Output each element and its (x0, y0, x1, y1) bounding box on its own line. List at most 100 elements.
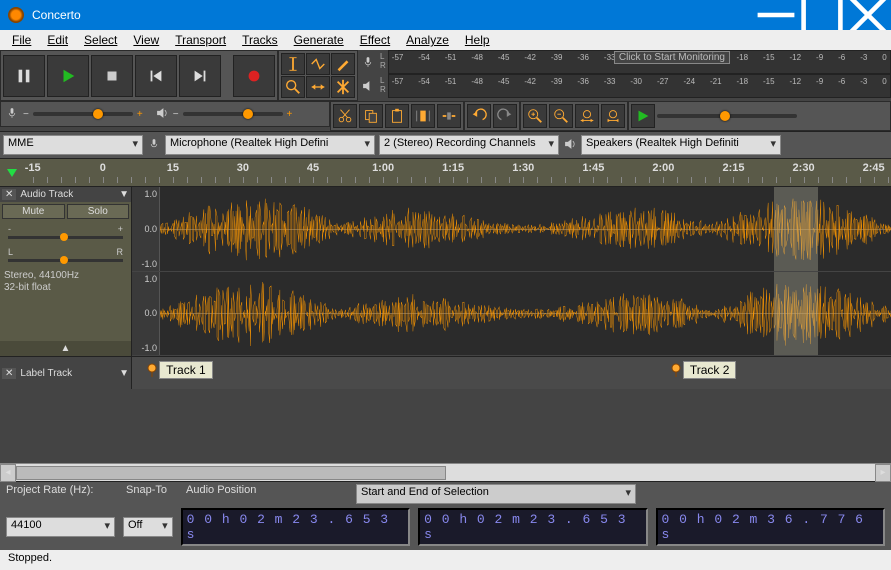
scroll-thumb[interactable] (16, 466, 446, 480)
record-button[interactable] (233, 55, 275, 97)
zoom-toolbar (520, 101, 628, 131)
label-lane[interactable]: Track 1 Track 2 (132, 357, 891, 389)
mute-button[interactable]: Mute (2, 204, 65, 219)
speaker-meter-icon[interactable] (358, 74, 378, 98)
rec-meter-lr: LR (378, 50, 388, 74)
minimize-button[interactable] (753, 0, 799, 30)
label-marker[interactable]: Track 2 (671, 361, 737, 379)
project-rate-select[interactable]: 44100 (6, 517, 115, 537)
maximize-button[interactable] (799, 0, 845, 30)
scroll-right-button[interactable]: ▸ (875, 464, 891, 482)
menu-transport[interactable]: Transport (167, 31, 234, 49)
horizontal-scrollbar[interactable]: ◂ ▸ (0, 463, 891, 481)
envelope-tool[interactable] (306, 53, 330, 75)
track-close-button[interactable]: ✕ (2, 189, 16, 200)
stop-button[interactable] (91, 55, 133, 97)
redo-button[interactable] (493, 104, 517, 128)
snap-to-select[interactable]: Off (123, 517, 173, 537)
silence-button[interactable] (437, 104, 461, 128)
window-titlebar: Concerto (0, 0, 891, 30)
zoom-tool[interactable] (281, 76, 305, 98)
draw-tool[interactable] (331, 53, 355, 75)
selection-mode-label[interactable]: Start and End of Selection (356, 484, 636, 504)
label-track-close-button[interactable]: ✕ (2, 368, 16, 379)
copy-button[interactable] (359, 104, 383, 128)
play-button[interactable] (47, 55, 89, 97)
skip-start-button[interactable] (135, 55, 177, 97)
recording-volume-slider[interactable] (33, 112, 133, 116)
label-marker[interactable]: Track 1 (147, 361, 213, 379)
menu-analyze[interactable]: Analyze (398, 31, 457, 49)
mic-device-icon (147, 137, 161, 154)
timeline-ruler[interactable]: -1501530451:001:151:301:452:002:152:302:… (24, 159, 891, 186)
label-track-panel[interactable]: ✕ Label Track ▼ (0, 357, 132, 389)
multi-tool[interactable] (331, 76, 355, 98)
paste-button[interactable] (385, 104, 409, 128)
recording-channels-select[interactable]: 2 (Stereo) Recording Channels (379, 135, 559, 155)
play-speed-slider[interactable] (657, 114, 797, 118)
solo-button[interactable]: Solo (67, 204, 130, 219)
play-at-speed-button[interactable] (631, 104, 655, 128)
audio-track-panel[interactable]: ✕ Audio Track ▼ Mute Solo -+ LR Stereo, … (0, 187, 132, 356)
amplitude-scale-right: 1.00.0-1.0 (132, 272, 160, 356)
cut-button[interactable] (333, 104, 357, 128)
window-title: Concerto (32, 8, 753, 22)
zoom-out-button[interactable] (549, 104, 573, 128)
recording-device-select[interactable]: Microphone (Realtek High Defini (165, 135, 375, 155)
timeline-options-button[interactable] (0, 159, 24, 186)
timeline[interactable]: -1501530451:001:151:301:452:002:152:302:… (0, 159, 891, 187)
audio-position-label: Audio Position (186, 484, 346, 504)
fit-project-button[interactable] (601, 104, 625, 128)
selection-region[interactable] (774, 272, 818, 356)
playback-device-select[interactable]: Speakers (Realtek High Definiti (581, 135, 781, 155)
undo-toolbar (464, 101, 520, 131)
device-toolbar: MME Microphone (Realtek High Defini 2 (S… (0, 131, 891, 159)
status-bar: Stopped. (0, 550, 891, 570)
track-name: Audio Track (20, 189, 115, 200)
playback-meter[interactable]: -57-54-51-48-45-42-39-36-33-30-27-24-21-… (388, 74, 891, 98)
scroll-left-button[interactable]: ◂ (0, 464, 16, 482)
trim-button[interactable] (411, 104, 435, 128)
menu-select[interactable]: Select (76, 31, 125, 49)
gain-slider[interactable] (8, 236, 123, 239)
playback-volume-slider[interactable] (183, 112, 283, 116)
fit-selection-button[interactable] (575, 104, 599, 128)
zoom-in-button[interactable] (523, 104, 547, 128)
recording-meter[interactable]: -57-54-51-48-45-42-39-36-33-30-27-24-21-… (388, 50, 891, 74)
track-menu-button[interactable]: ▼ (119, 189, 129, 200)
track-collapse-button[interactable]: ▲ (0, 341, 131, 356)
selection-end-display[interactable]: 0 0 h 0 2 m 3 6 . 7 7 6 s (656, 508, 885, 546)
pause-button[interactable] (3, 55, 45, 97)
mic-icon (5, 106, 19, 123)
menu-help[interactable]: Help (457, 31, 498, 49)
status-text: Stopped. (8, 552, 52, 564)
close-button[interactable] (845, 0, 891, 30)
speaker-icon (155, 106, 169, 123)
undo-button[interactable] (467, 104, 491, 128)
selection-start-display[interactable]: 0 0 h 0 2 m 2 3 . 6 5 3 s (418, 508, 647, 546)
menu-file[interactable]: File (4, 31, 39, 49)
skip-end-button[interactable] (179, 55, 221, 97)
menu-edit[interactable]: Edit (39, 31, 76, 49)
menu-tracks[interactable]: Tracks (234, 31, 286, 49)
menu-bar: File Edit Select View Transport Tracks G… (0, 30, 891, 50)
audio-host-select[interactable]: MME (3, 135, 143, 155)
selection-region[interactable] (774, 187, 818, 271)
waveform-left-channel[interactable]: 1.00.0-1.0 (132, 187, 891, 272)
waveform-right-channel[interactable]: 1.00.0-1.0 (132, 272, 891, 357)
tools-toolbar (278, 50, 358, 101)
menu-effect[interactable]: Effect (352, 31, 398, 49)
timeshift-tool[interactable] (306, 76, 330, 98)
audio-position-display[interactable]: 0 0 h 0 2 m 2 3 . 6 5 3 s (181, 508, 410, 546)
menu-generate[interactable]: Generate (286, 31, 352, 49)
mic-meter-icon[interactable] (358, 50, 378, 74)
play-speed-toolbar (628, 101, 891, 131)
label-track: ✕ Label Track ▼ Track 1 Track 2 (0, 357, 891, 389)
selection-tool[interactable] (281, 53, 305, 75)
pan-slider[interactable] (8, 259, 123, 262)
snap-to-label: Snap-To (126, 484, 176, 504)
menu-view[interactable]: View (125, 31, 167, 49)
monitoring-prompt[interactable]: Click to Start Monitoring (614, 51, 730, 64)
selection-toolbar: Project Rate (Hz): Snap-To Audio Positio… (0, 481, 891, 550)
label-track-menu-button[interactable]: ▼ (119, 368, 129, 379)
